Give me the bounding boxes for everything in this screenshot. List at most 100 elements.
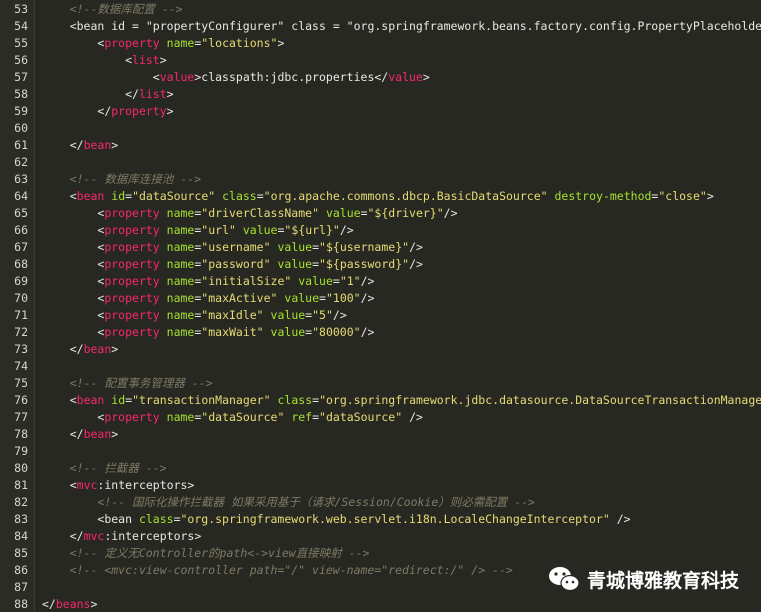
code-line[interactable]: 62 [0,154,761,171]
code-line[interactable]: 58 </list> [0,86,761,103]
code-token: <bean [97,512,139,526]
code-token: "80000" [312,325,361,339]
code-token: :interceptors> [104,529,202,543]
code-line[interactable]: 66 <property name="url" value="${url}"/> [0,222,761,239]
code-line[interactable]: 54 <bean id = "propertyConfigurer" class… [0,18,761,35]
code-line[interactable]: 80 <!-- 拦截器 --> [0,460,761,477]
code-line[interactable]: 68 <property name="password" value="${pa… [0,256,761,273]
code-token: > [111,342,119,356]
code-token: "org.springframework.jdbc.datasource.Dat… [319,393,761,407]
code-token: name [166,291,195,305]
code-token: "dataSource" [201,410,285,424]
code-token: bean [76,393,105,407]
line-number: 54 [14,19,28,33]
code-token: "${username}" [319,240,410,254]
line-number: 73 [14,342,28,356]
code-token: property [104,410,160,424]
code-token: </ [374,70,389,84]
code-token: "driverClassName" [201,206,319,220]
code-token: > [111,138,119,152]
code-line[interactable]: 74 [0,358,761,375]
code-line[interactable]: 55 <property name="locations"> [0,35,761,52]
line-number: 63 [14,172,28,186]
code-line[interactable]: 71 <property name="maxIdle" value="5"/> [0,307,761,324]
code-token: > [422,70,430,84]
line-number: 56 [14,53,28,67]
code-line[interactable]: 88 </beans> [0,596,761,612]
wechat-icon [548,567,580,592]
code-line[interactable]: 67 <property name="username" value="${us… [0,239,761,256]
code-token: property [104,274,160,288]
line-number: 82 [14,495,28,509]
code-token: > [166,87,174,101]
code-text: <!-- 配置事务管理器 --> [42,375,213,392]
code-line[interactable]: 69 <property name="initialSize" value="1… [0,273,761,290]
code-token: /> [360,325,375,339]
code-line[interactable]: 64 <bean id="dataSource" class="org.apac… [0,188,761,205]
code-line[interactable]: 53 <!--数据库配置 --> [0,1,761,18]
code-token: /> [402,410,423,424]
code-text: <property name="url" value="${url}"/> [42,222,353,239]
code-token: <!-- 拦截器 --> [69,461,167,475]
code-token: name [166,308,195,322]
code-line[interactable]: 78 </bean> [0,426,761,443]
code-line[interactable]: 65 <property name="driverClassName" valu… [0,205,761,222]
code-token: <!-- 配置事务管理器 --> [69,376,213,390]
line-number: 75 [14,376,28,390]
line-number: 72 [14,325,28,339]
code-text: <property name="driverClassName" value="… [42,205,457,222]
code-line[interactable]: 57 <value>classpath:jdbc.properties</val… [0,69,761,86]
code-line[interactable]: 85 <!-- 定义无Controller的path<->view直接映射 --… [0,545,761,562]
code-line[interactable]: 60 [0,120,761,137]
code-line[interactable]: 70 <property name="maxActive" value="100… [0,290,761,307]
code-token: > [706,189,714,203]
code-editor[interactable]: 53 <!--数据库配置 --> 54 <bean id = "propertyC… [0,0,761,612]
code-token: <!--数据库配置 --> [69,2,183,16]
code-token: /> [332,308,347,322]
code-line[interactable]: 84 </mvc:interceptors> [0,528,761,545]
line-number: 66 [14,223,28,237]
code-line[interactable]: 82 <!-- 国际化操作拦截器 如果采用基于（请求/Session/Cooki… [0,494,761,511]
code-token: = [360,206,368,220]
code-line[interactable]: 63 <!-- 数据库连接池 --> [0,171,761,188]
line-number: 71 [14,308,28,322]
code-line[interactable]: 59 </property> [0,103,761,120]
code-token: > [159,53,167,67]
code-token: property [104,206,160,220]
code-token: id [111,189,126,203]
code-text: <value>classpath:jdbc.properties</value> [42,69,430,86]
code-text: <!-- 国际化操作拦截器 如果采用基于（请求/Session/Cookie）则… [42,494,535,511]
code-line[interactable]: 56 <list> [0,52,761,69]
code-token: </ [42,597,56,611]
code-line[interactable]: 72 <property name="maxWait" value="80000… [0,324,761,341]
code-line[interactable]: 77 <property name="dataSource" ref="data… [0,409,761,426]
code-text: <!-- 定义无Controller的path<->view直接映射 --> [42,545,370,562]
code-line[interactable]: 61 </bean> [0,137,761,154]
code-text: <property name="maxIdle" value="5"/> [42,307,347,324]
code-line[interactable]: 79 [0,443,761,460]
code-text: <mvc:interceptors> [42,477,195,494]
code-line[interactable]: 75 <!-- 配置事务管理器 --> [0,375,761,392]
code-token: name [166,240,195,254]
code-token: property [104,257,160,271]
code-token: /> [360,291,375,305]
code-token: "url" [201,223,236,237]
code-token: value [277,257,313,271]
code-text: <property name="initialSize" value="1"/> [42,273,374,290]
code-token: list [132,53,160,67]
code-token: name [166,257,195,271]
code-line[interactable]: 81 <mvc:interceptors> [0,477,761,494]
code-line[interactable]: 73 </bean> [0,341,761,358]
code-line[interactable]: 83 <bean class="org.springframework.web.… [0,511,761,528]
code-line[interactable]: 76 <bean id="transactionManager" class="… [0,392,761,409]
